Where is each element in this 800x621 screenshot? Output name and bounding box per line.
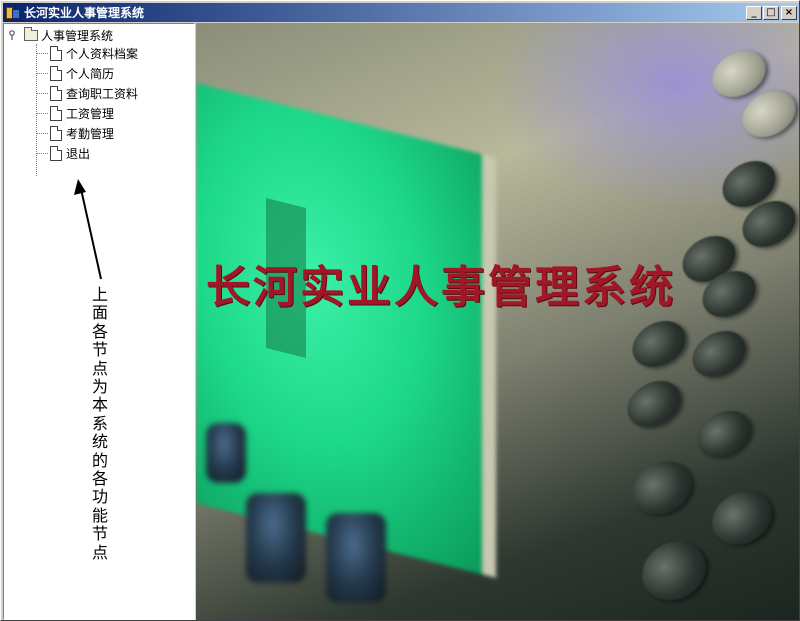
splash-image: 长河实业人事管理系统: [196, 23, 799, 620]
document-icon: [50, 145, 62, 161]
tree-item-label: 个人资料档案: [66, 46, 139, 61]
tree-expander-icon[interactable]: [8, 30, 18, 40]
tree-root-node[interactable]: 人事管理系统: [8, 26, 113, 44]
document-icon: [50, 125, 62, 141]
tree-item-query-staff[interactable]: 查询职工资料: [36, 84, 138, 102]
tree-item-salary[interactable]: 工资管理: [36, 104, 114, 122]
tree-item-label: 退出: [66, 146, 91, 161]
calculator-keys: [601, 23, 799, 620]
annotation-arrow-icon: [74, 179, 102, 280]
document-icon: [50, 65, 62, 81]
tree-root-label: 人事管理系统: [41, 28, 114, 43]
window-controls: _ □ ×: [745, 5, 797, 20]
main-window: 长河实业人事管理系统 _ □ × 人事管理系统 个人资料档案 个人简历 查询职工…: [0, 0, 800, 621]
tree-item-personal-files[interactable]: 个人资料档案: [36, 44, 138, 62]
folder-icon: [24, 26, 38, 41]
tree-item-attendance[interactable]: 考勤管理: [36, 124, 114, 142]
banner-title: 长河实业人事管理系统: [206, 262, 676, 313]
tree-item-label: 工资管理: [66, 106, 115, 121]
close-button[interactable]: ×: [781, 5, 797, 20]
tree-item-label: 查询职工资料: [66, 86, 139, 101]
window-title: 长河实业人事管理系统: [24, 6, 145, 20]
tree-item-label: 考勤管理: [66, 126, 115, 141]
tree-item-label: 个人简历: [66, 66, 115, 81]
app-icon: [5, 5, 21, 21]
maximize-button[interactable]: □: [763, 5, 779, 20]
navigation-tree[interactable]: 人事管理系统 个人资料档案 个人简历 查询职工资料 工资管理 考勤管理 退出 上…: [3, 23, 195, 620]
document-icon: [50, 105, 62, 121]
minimize-button[interactable]: _: [746, 5, 762, 20]
document-icon: [50, 85, 62, 101]
annotation-note: 上面各节点为本系统的各功能节点: [91, 285, 108, 562]
document-icon: [50, 45, 62, 61]
tree-item-resume[interactable]: 个人简历: [36, 64, 114, 82]
tree-item-exit[interactable]: 退出: [36, 144, 90, 162]
calculator-screen: [196, 83, 496, 578]
title-bar[interactable]: 长河实业人事管理系统 _ □ ×: [3, 3, 799, 22]
